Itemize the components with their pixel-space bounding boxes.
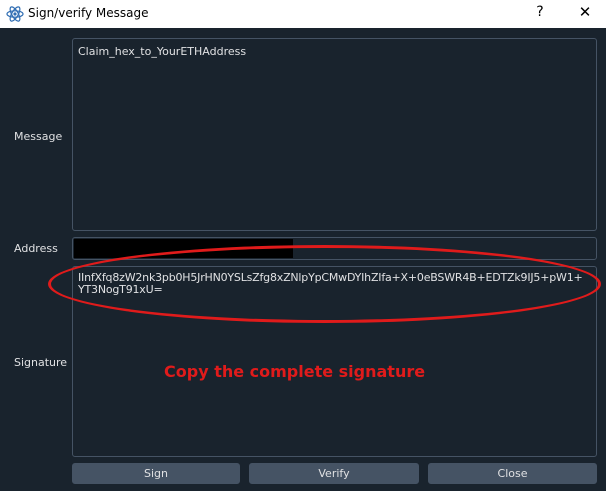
redacted-address <box>74 239 293 258</box>
annotation-text: Copy the complete signature <box>164 362 426 381</box>
address-input[interactable] <box>72 237 597 260</box>
help-button[interactable]: ? <box>530 4 550 20</box>
message-input[interactable]: Claim_hex_to_YourETHAddress <box>72 38 597 231</box>
message-label: Message <box>14 130 63 143</box>
verify-button[interactable]: Verify <box>249 463 419 484</box>
close-button[interactable]: Close <box>428 463 597 484</box>
title-bar: Sign/verify Message ? ✕ <box>0 0 606 28</box>
sign-button[interactable]: Sign <box>72 463 240 484</box>
close-window-button[interactable]: ✕ <box>574 3 596 21</box>
address-label: Address <box>14 242 58 255</box>
signature-label: Signature <box>14 356 68 369</box>
message-text: Claim_hex_to_YourETHAddress <box>78 45 247 58</box>
window-title: Sign/verify Message <box>28 6 149 20</box>
app-logo-icon <box>6 6 24 22</box>
signature-text: IInfXfq8zW2nk3pb0H5JrHN0YSLsZfg8xZNlpYpC… <box>78 271 583 296</box>
